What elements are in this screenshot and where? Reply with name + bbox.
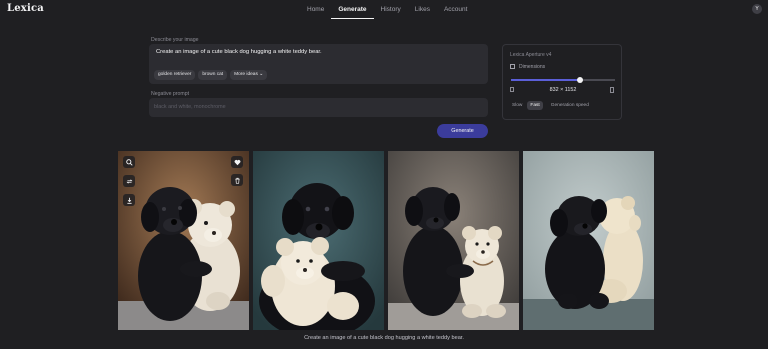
search-icon[interactable] (123, 156, 135, 168)
model-name[interactable]: Lexica Aperture v4 (510, 52, 551, 58)
negative-prompt-placeholder: black and white, monochrome (154, 104, 226, 110)
chip-brown-cat[interactable]: brown cat (198, 70, 228, 80)
trash-icon[interactable] (231, 174, 243, 186)
negative-prompt-label: Negative prompt (151, 91, 190, 97)
chip-golden-retriever[interactable]: golden retriever (154, 70, 196, 80)
dimensions-slider[interactable] (511, 76, 615, 83)
dimensions-value: 832 × 1152 (549, 87, 577, 93)
nav-likes[interactable]: Likes (408, 0, 437, 19)
slider-fill (511, 79, 580, 81)
speed-label: Generation speed (550, 103, 589, 108)
main-nav: Home Generate History Likes Account (300, 0, 474, 19)
generated-image-3[interactable] (388, 151, 519, 330)
more-ideas-label: More ideas (234, 72, 258, 77)
nav-generate[interactable]: Generate (331, 0, 374, 19)
top-navigation-bar: Lexica Home Generate History Likes Accou… (0, 0, 768, 19)
chevron-down-icon: ⌄ (259, 72, 264, 77)
speed-slow[interactable]: Slow (509, 101, 525, 110)
portrait-icon (610, 87, 614, 93)
remix-icon[interactable] (123, 175, 135, 187)
image-caption: Create an image of a cute black dog hugg… (304, 335, 464, 341)
suggestion-chips: golden retriever brown cat More ideas ⌄ (154, 70, 268, 80)
dimensions-label: Dimensions (519, 64, 546, 70)
nav-history[interactable]: History (374, 0, 408, 19)
dimensions-icon (510, 64, 515, 69)
generated-image-2[interactable] (253, 151, 384, 330)
generate-button[interactable]: Generate (437, 124, 488, 138)
download-icon[interactable] (123, 194, 135, 206)
more-ideas-button[interactable]: More ideas ⌄ (230, 70, 268, 80)
user-avatar[interactable]: Y (752, 4, 762, 14)
heart-icon[interactable] (231, 156, 243, 168)
generated-image-4[interactable] (523, 151, 654, 330)
lexica-logo[interactable]: Lexica (7, 3, 44, 14)
generated-image-1[interactable] (118, 151, 249, 330)
speed-fast[interactable]: Fast (527, 101, 543, 110)
nav-account[interactable]: Account (437, 0, 475, 19)
nav-home[interactable]: Home (300, 0, 331, 19)
prompt-textarea[interactable]: Create an image of a cute black dog hugg… (149, 44, 488, 84)
negative-prompt-input[interactable]: black and white, monochrome (149, 98, 488, 117)
slider-thumb[interactable] (576, 76, 583, 83)
prompt-label: Describe your image (151, 37, 199, 43)
prompt-text[interactable]: Create an image of a cute black dog hugg… (156, 49, 322, 55)
speed-selector: Slow Fast Generation speed (509, 101, 589, 110)
settings-panel: Lexica Aperture v4 Dimensions 832 × 1152… (502, 44, 622, 120)
